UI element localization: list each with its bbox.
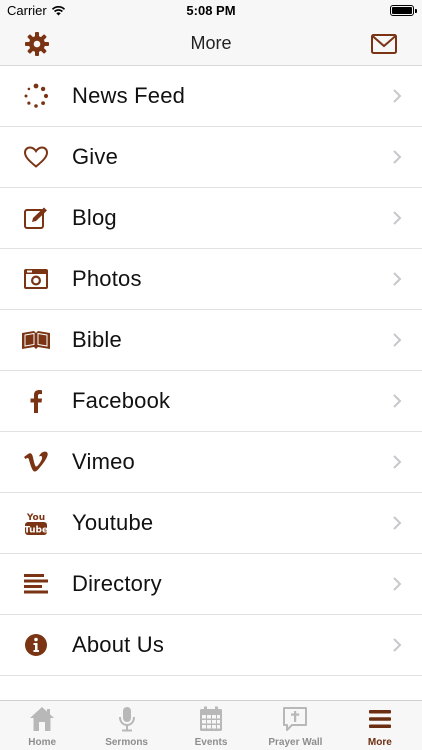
tab-label: Prayer Wall <box>268 737 323 748</box>
edit-icon <box>0 188 72 249</box>
chevron-right-icon <box>393 516 402 530</box>
menu-item-youtube[interactable]: You Tube Youtube <box>0 493 422 554</box>
menu-item-photos[interactable]: Photos <box>0 249 422 310</box>
tab-home[interactable]: Home <box>0 701 84 750</box>
menu-item-label: Photos <box>72 266 142 291</box>
youtube-icon: You Tube <box>0 493 72 554</box>
heart-icon <box>0 127 72 188</box>
menu-item-label: News Feed <box>72 83 186 108</box>
menu-item-about-us[interactable]: About Us <box>0 615 422 676</box>
menu-item-label: Directory <box>72 571 162 596</box>
vimeo-icon <box>0 432 72 493</box>
tab-label: More <box>367 737 392 748</box>
status-time: 5:08 PM <box>186 3 236 18</box>
calendar-icon <box>197 705 225 733</box>
chevron-right-icon <box>393 455 402 469</box>
menu-item-label: Bible <box>72 327 122 352</box>
menu-item-label: Vimeo <box>72 449 135 474</box>
menu-item-news-feed[interactable]: News Feed <box>0 66 422 127</box>
menu-item-bible[interactable]: Bible <box>0 310 422 371</box>
tab-bar: Home Sermons Events Prayer Wall More <box>0 700 422 750</box>
chevron-right-icon <box>393 150 402 164</box>
menu-item-vimeo[interactable]: Vimeo <box>0 432 422 493</box>
menu-item-label: Blog <box>72 205 117 230</box>
battery-icon <box>390 5 417 16</box>
chevron-right-icon <box>393 638 402 652</box>
info-icon <box>0 615 72 676</box>
tab-prayer-wall[interactable]: Prayer Wall <box>253 701 337 750</box>
hamburger-menu-icon <box>366 705 394 733</box>
home-icon <box>28 705 56 733</box>
prayer-cross-icon <box>281 705 309 733</box>
chevron-right-icon <box>393 211 402 225</box>
chevron-right-icon <box>393 394 402 408</box>
page-title: More <box>190 33 232 53</box>
menu-item-label: Youtube <box>72 510 154 535</box>
more-menu-list: News Feed Give Blog Photos Bible Faceboo… <box>0 66 422 700</box>
list-icon <box>0 554 72 615</box>
tab-label: Sermons <box>105 737 148 748</box>
menu-item-label: Facebook <box>72 388 171 413</box>
menu-item-facebook[interactable]: Facebook <box>0 371 422 432</box>
mail-icon[interactable] <box>370 32 398 56</box>
chevron-right-icon <box>393 577 402 591</box>
menu-item-blog[interactable]: Blog <box>0 188 422 249</box>
open-book-icon <box>0 310 72 371</box>
spinner-dots-icon <box>0 66 72 127</box>
tab-sermons[interactable]: Sermons <box>84 701 168 750</box>
facebook-icon <box>0 371 72 432</box>
microphone-icon <box>113 705 141 733</box>
tab-label: Events <box>194 737 228 748</box>
chevron-right-icon <box>393 272 402 286</box>
tab-label: Home <box>28 737 57 748</box>
menu-item-label: About Us <box>72 632 165 657</box>
svg-text:You: You <box>26 513 45 523</box>
status-bar: Carrier 5:08 PM <box>0 0 422 22</box>
menu-item-directory[interactable]: Directory <box>0 554 422 615</box>
navigation-bar: More <box>0 22 422 66</box>
chevron-right-icon <box>393 333 402 347</box>
menu-item-label: Give <box>72 144 119 169</box>
chevron-right-icon <box>393 89 402 103</box>
menu-item-give[interactable]: Give <box>0 127 422 188</box>
tab-more[interactable]: More <box>338 701 422 750</box>
camera-icon <box>0 249 72 310</box>
svg-text:Tube: Tube <box>24 526 48 536</box>
tab-events[interactable]: Events <box>169 701 253 750</box>
